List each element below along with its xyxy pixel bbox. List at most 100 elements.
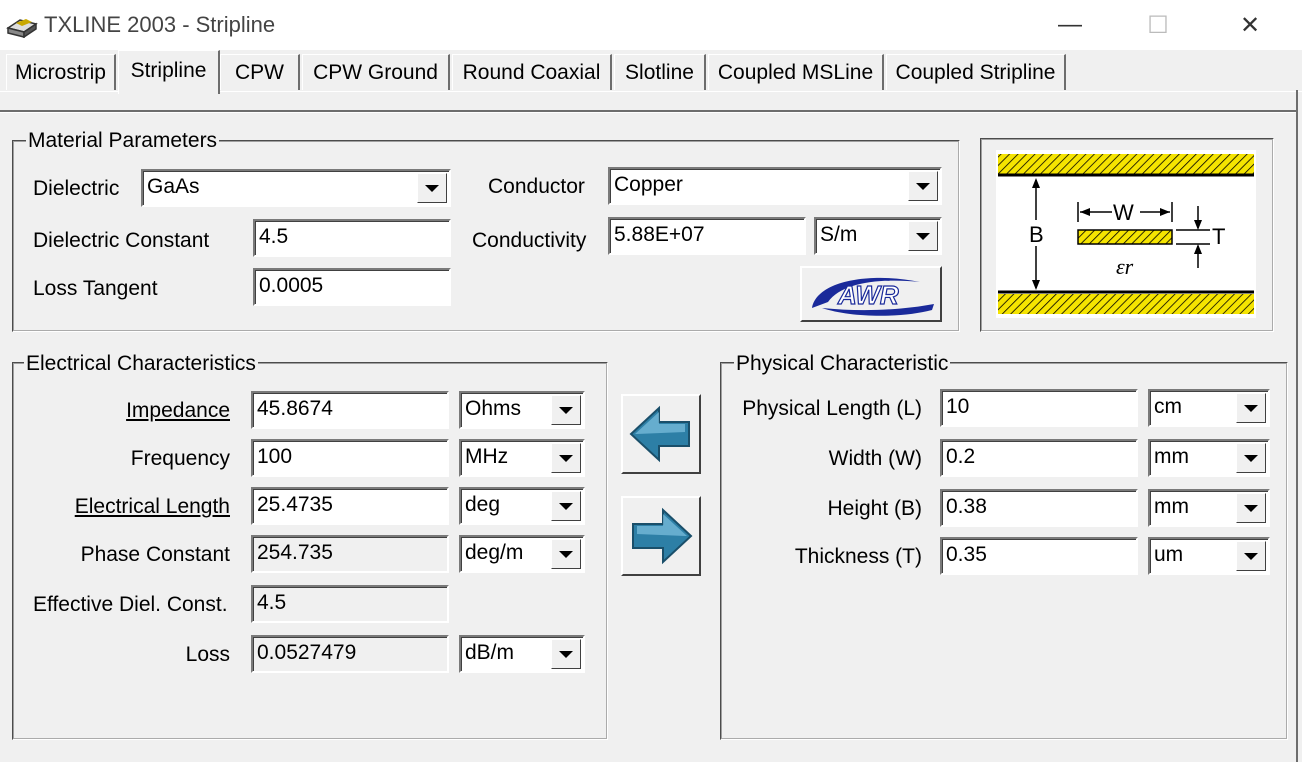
arrow-right-icon (632, 507, 693, 565)
chevron-down-icon[interactable] (1236, 493, 1266, 523)
phase-constant-unit-value: deg/m (465, 541, 524, 564)
height-unit-value: mm (1154, 495, 1189, 518)
conductivity-unit-select[interactable]: S/m (814, 217, 942, 255)
chevron-down-icon[interactable] (551, 539, 581, 569)
tab-stripline[interactable]: Stripline (118, 50, 220, 94)
tab-cpw[interactable]: CPW (220, 54, 300, 90)
effective-diel-const-label: Effective Diel. Const. (33, 593, 228, 616)
t-label: T (1212, 224, 1225, 249)
electrical-length-field[interactable]: 25.4735 (251, 487, 449, 525)
stripline-diagram: B W T εr (996, 150, 1256, 318)
thickness-field[interactable]: 0.35 (940, 537, 1138, 575)
tab-cpw-ground[interactable]: CPW Ground (302, 54, 450, 90)
w-label: W (1113, 200, 1134, 225)
electrical-length-unit-select[interactable]: deg (459, 487, 585, 525)
er-label: εr (1116, 254, 1134, 279)
chevron-down-icon[interactable] (551, 639, 581, 669)
window-title: TXLINE 2003 - Stripline (44, 12, 276, 37)
electrical-length-label[interactable]: Electrical Length (30, 488, 230, 526)
width-unit-select[interactable]: mm (1148, 439, 1270, 477)
phase-constant-label: Phase Constant (80, 543, 230, 566)
chevron-down-icon[interactable] (1236, 443, 1266, 473)
thickness-unit-select[interactable]: um (1148, 537, 1270, 575)
strip-conductor (1077, 229, 1173, 245)
analyze-button[interactable] (621, 496, 701, 576)
chevron-down-icon[interactable] (551, 491, 581, 521)
thickness-label: Thickness (T) (794, 545, 922, 568)
chevron-down-icon[interactable] (908, 221, 938, 251)
title-bar: TXLINE 2003 - Stripline — ☐ ✕ (0, 0, 1302, 50)
tab-round-coaxial[interactable]: Round Coaxial (452, 54, 612, 90)
frequency-unit-value: MHz (465, 445, 509, 468)
dielectric-constant-label: Dielectric Constant (33, 229, 210, 252)
material-parameters-title: Material Parameters (26, 129, 220, 153)
chevron-down-icon[interactable] (417, 173, 447, 203)
chevron-down-icon[interactable] (908, 171, 938, 201)
chevron-down-icon[interactable] (551, 443, 581, 473)
frequency-field[interactable]: 100 (251, 439, 449, 477)
loss-field: 0.0527479 (251, 635, 449, 673)
loss-unit-select[interactable]: dB/m (459, 635, 585, 673)
arrow-left-icon (629, 405, 690, 463)
frequency-unit-select[interactable]: MHz (459, 439, 585, 477)
tab-coupled-msline[interactable]: Coupled MSLine (708, 54, 884, 90)
close-icon: ✕ (1239, 11, 1261, 39)
b-label: B (1029, 222, 1044, 247)
app-icon (6, 19, 38, 38)
physical-length-unit-select[interactable]: cm (1148, 389, 1270, 427)
tab-slotline[interactable]: Slotline (614, 54, 706, 90)
impedance-field[interactable]: 45.8674 (251, 391, 449, 429)
dielectric-value: GaAs (147, 175, 200, 198)
dielectric-select[interactable]: GaAs (141, 169, 451, 207)
impedance-unit-value: Ohms (465, 397, 522, 420)
chevron-down-icon[interactable] (1236, 393, 1266, 423)
close-button[interactable]: ✕ (1204, 0, 1296, 50)
minimize-icon: — (1058, 11, 1082, 38)
awr-logo: AWR (812, 277, 934, 316)
impedance-unit-select[interactable]: Ohms (459, 391, 585, 429)
electrical-characteristics-title: Electrical Characteristics (24, 352, 258, 376)
conductivity-label: Conductivity (472, 229, 587, 252)
physical-length-unit-value: cm (1154, 395, 1182, 418)
thickness-unit-value: um (1154, 543, 1184, 566)
bottom-ground-plane (998, 294, 1254, 314)
width-label: Width (W) (828, 447, 922, 470)
awr-logo-text: AWR (837, 280, 899, 310)
physical-characteristic-title: Physical Characteristic (734, 352, 951, 376)
minimize-button[interactable]: — (1024, 0, 1116, 50)
electrical-length-unit-value: deg (465, 493, 501, 516)
tab-body-right-edge (1296, 90, 1298, 762)
effective-diel-const-field: 4.5 (251, 585, 449, 623)
width-unit-value: mm (1154, 445, 1189, 468)
impedance-label[interactable]: Impedance (30, 392, 230, 430)
conductivity-field[interactable]: 5.88E+07 (608, 217, 806, 255)
conductor-label: Conductor (488, 175, 585, 198)
loss-tangent-label: Loss Tangent (33, 277, 158, 300)
tab-microstrip[interactable]: Microstrip (6, 54, 116, 90)
loss-label: Loss (185, 643, 230, 666)
phase-constant-field: 254.735 (251, 535, 449, 573)
chevron-down-icon[interactable] (1236, 541, 1266, 571)
maximize-button[interactable]: ☐ (1112, 0, 1204, 50)
awr-logo-button[interactable]: AWR (800, 266, 942, 322)
height-field[interactable]: 0.38 (940, 489, 1138, 527)
dielectric-constant-field[interactable]: 4.5 (253, 219, 451, 257)
conductor-select[interactable]: Copper (608, 167, 942, 205)
frequency-label: Frequency (130, 447, 230, 470)
top-ground-plane (998, 154, 1254, 174)
width-field[interactable]: 0.2 (940, 439, 1138, 477)
physical-length-label: Physical Length (L) (742, 397, 922, 420)
loss-tangent-field[interactable]: 0.0005 (253, 268, 451, 306)
loss-unit-value: dB/m (465, 641, 515, 664)
chevron-down-icon[interactable] (551, 395, 581, 425)
synthesize-button[interactable] (621, 394, 701, 474)
physical-length-field[interactable]: 10 (940, 389, 1138, 427)
dielectric-label: Dielectric (33, 177, 120, 200)
height-label: Height (B) (827, 497, 922, 520)
conductor-value: Copper (614, 173, 683, 196)
maximize-icon: ☐ (1147, 11, 1169, 39)
height-unit-select[interactable]: mm (1148, 489, 1270, 527)
phase-constant-unit-select[interactable]: deg/m (459, 535, 585, 573)
conductivity-unit-value: S/m (820, 223, 858, 246)
tab-coupled-stripline[interactable]: Coupled Stripline (886, 54, 1066, 90)
